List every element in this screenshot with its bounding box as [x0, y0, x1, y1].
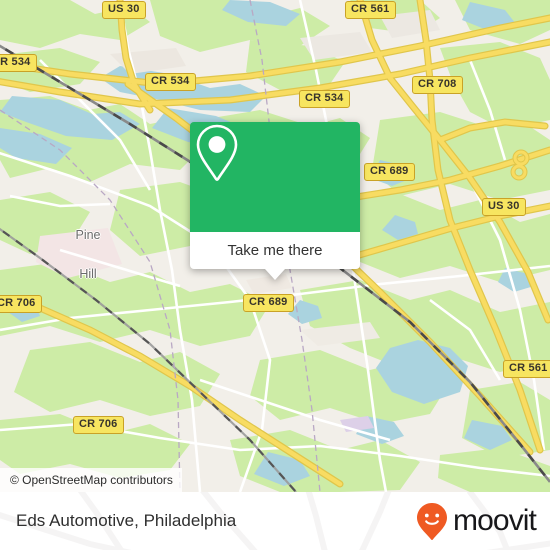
shield-cr-706-bottom[interactable]: CR 706: [73, 416, 124, 434]
moovit-pin-icon: [417, 503, 448, 540]
shield-us-30-top[interactable]: US 30: [102, 1, 146, 19]
popup-header: [190, 122, 360, 232]
take-me-there-button[interactable]: Take me there: [190, 232, 360, 269]
page-title: Eds Automotive, Philadelphia: [16, 511, 237, 530]
shield-cr-689-right[interactable]: CR 689: [364, 163, 415, 181]
shield-cr-706-left[interactable]: CR 706: [0, 295, 42, 313]
take-me-there-label: Take me there: [227, 242, 323, 259]
footer-bar: Eds Automotive, Philadelphia moovit: [0, 492, 550, 550]
osm-attribution[interactable]: © OpenStreetMap contributors: [0, 468, 182, 492]
popup-pointer-tail: [265, 269, 285, 280]
shield-cr-534-left[interactable]: CR 534: [0, 54, 37, 72]
shield-cr-561-top[interactable]: CR 561: [345, 1, 396, 19]
shield-cr-708[interactable]: CR 708: [412, 76, 463, 94]
map-canvas[interactable]: US 30 CR 534 CR 534 CR 534 CR 561 CR 708…: [0, 0, 550, 492]
shield-cr-534-top[interactable]: CR 534: [145, 73, 196, 91]
moovit-wordmark: moovit: [453, 504, 537, 537]
shield-cr-534-upper[interactable]: CR 534: [299, 90, 350, 108]
location-popup-card[interactable]: Take me there: [190, 122, 360, 280]
shield-us-30-right[interactable]: US 30: [482, 198, 526, 216]
shield-cr-561-bottom[interactable]: CR 561: [503, 360, 550, 378]
shield-cr-689-center[interactable]: CR 689: [243, 294, 294, 312]
moovit-map-screenshot: US 30 CR 534 CR 534 CR 534 CR 561 CR 708…: [0, 0, 550, 550]
osm-attribution-text: © OpenStreetMap contributors: [10, 473, 173, 487]
map-pin-icon: [196, 124, 238, 181]
moovit-brand[interactable]: moovit: [415, 501, 537, 541]
